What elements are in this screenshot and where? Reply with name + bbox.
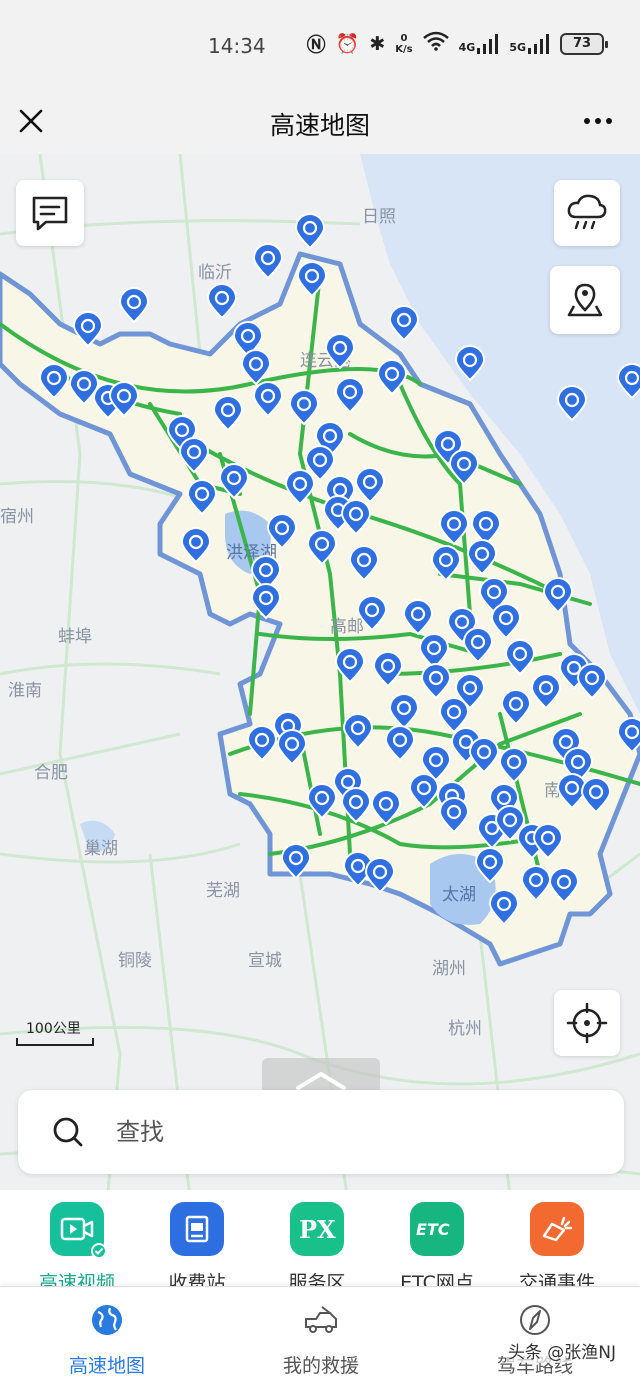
- traffic-event-icon: [530, 1202, 584, 1256]
- tab-highway-map[interactable]: 高速地图: [27, 1303, 187, 1378]
- map-scale: 100公里: [16, 1018, 96, 1046]
- place-label: 铜陵: [118, 951, 152, 971]
- place-label: 蚌埠: [58, 627, 92, 647]
- status-bar: 14:34 Ⓝ ⏰ ✱ 0 K/s 4G 5G 73: [0, 0, 640, 92]
- category-label: 高速视频: [38, 1272, 115, 1286]
- weather-button[interactable]: [554, 180, 620, 246]
- place-label: 日照: [362, 207, 396, 227]
- category-label: 服务区: [288, 1272, 346, 1286]
- search-input[interactable]: [116, 1114, 596, 1150]
- more-dots-icon: [584, 118, 612, 124]
- nav-bar: 高速地图: [0, 92, 640, 154]
- signal-4g-icon: 4G: [459, 33, 500, 54]
- status-time: 14:34: [208, 34, 266, 58]
- svg-text:ETC: ETC: [416, 1220, 450, 1239]
- place-label: 巢湖: [84, 839, 118, 859]
- net-speed: 0 K/s: [395, 32, 413, 55]
- check-badge-icon: [91, 1243, 107, 1259]
- place-label: 合肥: [34, 763, 68, 783]
- category-label: ETC网点: [400, 1272, 474, 1286]
- message-button[interactable]: [16, 180, 84, 246]
- category-toll-station[interactable]: 收费站: [137, 1202, 257, 1286]
- service-area-icon: PX: [290, 1202, 344, 1256]
- category-label: 收费站: [168, 1272, 226, 1286]
- signal-5g-icon: 5G: [509, 33, 550, 54]
- alarm-icon: ⏰: [335, 33, 360, 55]
- camera-marker[interactable]: [388, 305, 420, 342]
- search-icon: [53, 1117, 83, 1147]
- svg-text:PX: PX: [299, 1215, 336, 1244]
- etc-icon: ETC: [410, 1202, 464, 1256]
- place-label: 芜湖: [206, 881, 240, 901]
- place-label: 高邮: [330, 617, 364, 637]
- toll-station-icon: [170, 1202, 224, 1256]
- category-label: 交通事件: [518, 1272, 595, 1286]
- globe-icon: [92, 1305, 122, 1335]
- bluetooth-icon: ✱: [369, 32, 386, 55]
- nfc-icon: Ⓝ: [306, 34, 326, 56]
- compass-icon: [520, 1305, 550, 1335]
- tab-label: 我的救援: [282, 1355, 359, 1377]
- category-etc-outlet[interactable]: ETC ETC网点: [377, 1202, 497, 1286]
- camera-marker[interactable]: [206, 283, 238, 320]
- category-service-area[interactable]: PX 服务区: [257, 1202, 377, 1286]
- category-traffic-event[interactable]: 交通事件: [497, 1202, 617, 1286]
- map-pin-icon: [567, 283, 603, 317]
- camera-marker[interactable]: [294, 213, 326, 250]
- place-label: 宣城: [248, 951, 282, 971]
- status-icons: Ⓝ ⏰ ✱ 0 K/s 4G 5G 73: [306, 30, 608, 57]
- place-label: 淮南: [8, 681, 42, 701]
- category-highway-video[interactable]: 高速视频: [17, 1202, 137, 1286]
- category-row: 高速视频 收费站 PX 服务区 ETC ETC网点 交通事件: [0, 1190, 640, 1286]
- place-label: 太湖: [442, 885, 476, 905]
- tow-truck-icon: [305, 1306, 337, 1333]
- wifi-icon: [422, 31, 449, 56]
- battery-indicator: 73: [560, 32, 608, 55]
- place-label: 临沂: [198, 263, 232, 283]
- search-box[interactable]: [18, 1090, 624, 1174]
- page-title: 高速地图: [269, 111, 370, 140]
- bottom-tab-bar: 高速地图 我的救援 驾车路线: [0, 1286, 640, 1387]
- place-label: 宿州: [0, 507, 34, 527]
- locate-button[interactable]: [554, 990, 620, 1056]
- place-label: 杭州: [448, 1019, 482, 1039]
- tab-label: 高速地图: [68, 1355, 145, 1377]
- crosshair-icon: [566, 1002, 608, 1044]
- video-camera-icon: [50, 1202, 107, 1259]
- place-label: 湖州: [432, 959, 466, 979]
- message-icon: [32, 196, 68, 231]
- tab-my-rescue[interactable]: 我的救援: [241, 1303, 401, 1378]
- camera-marker[interactable]: [252, 243, 284, 280]
- rain-cloud-icon: [567, 194, 607, 230]
- more-menu-button[interactable]: [582, 106, 614, 139]
- camera-marker[interactable]: [118, 287, 150, 324]
- map-layer-button[interactable]: [550, 266, 620, 334]
- scale-label: 100公里: [26, 1021, 81, 1037]
- scale-bar: [16, 1038, 94, 1046]
- watermark: 头条 @张渔NJ: [507, 1338, 616, 1363]
